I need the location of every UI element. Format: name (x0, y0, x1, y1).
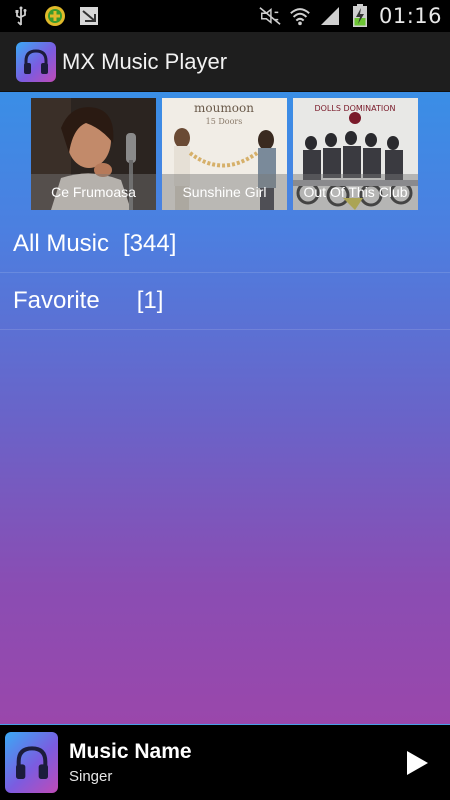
now-playing-artist: Singer (69, 768, 113, 785)
menu-item-count: [1] (136, 287, 164, 314)
now-playing-bar[interactable]: Music Name Singer (0, 724, 450, 800)
menu-item-label: All Music (13, 230, 110, 257)
album-title: Ce Frumoasa (31, 174, 156, 210)
app-logo[interactable] (16, 41, 56, 82)
android-update-icon (44, 5, 66, 27)
now-playing-info[interactable]: Music Name Singer (69, 740, 192, 785)
now-playing-artwork[interactable] (5, 732, 58, 793)
play-icon (407, 751, 428, 775)
album-card[interactable]: DOLLS DOMINATION Out Of This Club (293, 98, 418, 210)
album-carousel: Ce Frumoasa moumoon 15 Doors Sunshine Gi… (31, 98, 421, 210)
main-content: Ce Frumoasa moumoon 15 Doors Sunshine Gi… (0, 92, 450, 724)
battery-charging-icon (349, 4, 371, 27)
usb-icon (10, 5, 32, 27)
now-playing-title: Music Name (69, 740, 192, 763)
status-left-icons (10, 5, 100, 27)
status-clock: 01:16 (378, 4, 442, 28)
album-title: Sunshine Girl (162, 174, 287, 210)
menu-item-favorite[interactable]: Favorite [1] (0, 273, 450, 330)
play-button[interactable] (404, 749, 430, 777)
library-menu: All Music [344] Favorite [1] (0, 216, 450, 330)
album-title: Out Of This Club (293, 174, 418, 210)
menu-item-all-music[interactable]: All Music [344] (0, 216, 450, 273)
headphones-icon (24, 48, 48, 74)
app-bar: MX Music Player (0, 32, 450, 92)
status-bar: 01:16 (0, 0, 450, 32)
signal-icon (319, 5, 341, 27)
svg-text:DOLLS DOMINATION: DOLLS DOMINATION (314, 104, 395, 113)
mute-icon (259, 5, 281, 27)
svg-text:moumoon: moumoon (194, 101, 254, 115)
svg-text:15 Doors: 15 Doors (206, 117, 243, 126)
album-card[interactable]: moumoon 15 Doors Sunshine Girl (162, 98, 287, 210)
app-title: MX Music Player (62, 48, 228, 74)
download-icon (78, 5, 100, 27)
menu-item-count: [344] (123, 230, 177, 257)
status-right-icons: 01:16 (259, 4, 442, 28)
menu-item-label: Favorite (13, 287, 100, 314)
album-card[interactable]: Ce Frumoasa (31, 98, 156, 210)
headphones-icon (15, 745, 48, 779)
wifi-icon (289, 5, 311, 27)
